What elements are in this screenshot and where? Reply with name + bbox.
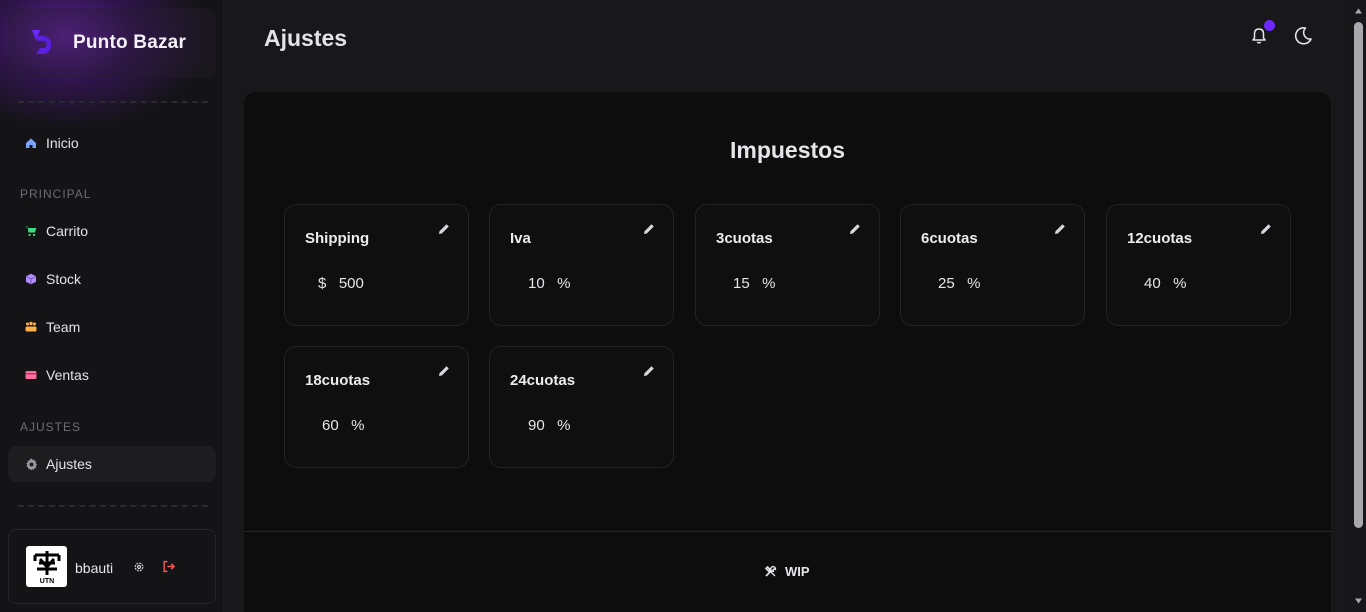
gear-icon [24, 457, 38, 471]
taxes-panel: Impuestos Shipping $ 500 Iva 10 % 3cuota… [244, 92, 1331, 612]
user-settings-icon[interactable] [131, 559, 147, 575]
sidebar: Punto Bazar Inicio PRINCIPAL Carrito Sto… [0, 0, 224, 612]
sidebar-item-ventas[interactable]: Ventas [8, 357, 216, 393]
edit-pencil-icon[interactable] [437, 364, 451, 378]
logout-icon[interactable] [160, 559, 176, 575]
sidebar-item-stock[interactable]: Stock [8, 261, 216, 297]
app-root: Punto Bazar Inicio PRINCIPAL Carrito Sto… [0, 0, 1366, 612]
tax-value: 10 % [528, 275, 571, 292]
edit-pencil-icon[interactable] [642, 364, 656, 378]
wip-text: WIP [785, 564, 810, 579]
sidebar-item-label: Stock [46, 271, 82, 287]
tax-name: 3cuotas [716, 230, 773, 247]
tax-name: 18cuotas [305, 372, 371, 389]
section-label-ajustes: AJUSTES [20, 420, 82, 434]
cube-icon [24, 272, 38, 286]
tax-value: 40 % [1144, 275, 1187, 292]
sidebar-item-label: Ajustes [46, 456, 92, 472]
sidebar-item-inicio[interactable]: Inicio [8, 125, 216, 161]
edit-pencil-icon[interactable] [642, 222, 656, 236]
tax-card: 6cuotas 25 % [900, 204, 1085, 326]
section-title: Impuestos [729, 137, 846, 163]
tax-value: 15 % [733, 275, 776, 292]
user-name: bbauti [75, 559, 114, 576]
user-card: UTN bbauti [8, 529, 216, 604]
sidebar-item-carrito[interactable]: Carrito [8, 213, 216, 249]
tax-name: Iva [510, 230, 531, 247]
edit-pencil-icon[interactable] [1259, 222, 1273, 236]
tax-card: 12cuotas 40 % [1106, 204, 1291, 326]
scroll-thumb[interactable] [1354, 22, 1363, 528]
scroll-up-arrow-icon[interactable] [1354, 7, 1363, 15]
brand[interactable]: Punto Bazar [8, 8, 216, 78]
brand-logo-icon [32, 30, 52, 54]
scrollbar[interactable] [1351, 0, 1366, 612]
tax-card: 18cuotas 60 % [284, 346, 469, 468]
tax-card: 3cuotas 15 % [695, 204, 880, 326]
edit-pencil-icon[interactable] [437, 222, 451, 236]
sidebar-item-ajustes[interactable]: Ajustes [8, 446, 216, 482]
sidebar-item-label: Carrito [46, 223, 89, 239]
tax-value: $ 500 [318, 275, 364, 292]
page-title: Ajustes [264, 25, 348, 51]
brand-name: Punto Bazar [73, 32, 187, 53]
tax-name: Shipping [305, 230, 370, 247]
tax-card: 24cuotas 90 % [489, 346, 674, 468]
notification-dot [1264, 20, 1275, 31]
tax-value: 60 % [322, 417, 365, 434]
wip-label: WIP [764, 564, 810, 579]
avatar[interactable]: UTN [26, 546, 67, 587]
avatar-text: UTN [39, 578, 53, 585]
sidebar-item-label: Inicio [46, 135, 79, 151]
divider [18, 101, 208, 103]
tax-name: 12cuotas [1127, 230, 1193, 247]
sidebar-item-label: Ventas [46, 367, 89, 383]
tax-value: 25 % [938, 275, 981, 292]
panel-footer: WIP [244, 531, 1331, 612]
tax-card: Iva 10 % [489, 204, 674, 326]
sidebar-item-team[interactable]: Team [8, 309, 216, 345]
card-icon [24, 368, 38, 382]
section-label-principal: PRINCIPAL [20, 187, 92, 201]
tax-name: 6cuotas [921, 230, 978, 247]
edit-pencil-icon[interactable] [1053, 222, 1067, 236]
tax-name: 24cuotas [510, 372, 576, 389]
edit-pencil-icon[interactable] [848, 222, 862, 236]
scroll-down-arrow-icon[interactable] [1354, 597, 1363, 605]
home-icon [24, 136, 38, 150]
theme-toggle-moon-icon[interactable] [1292, 25, 1314, 47]
tax-card: Shipping $ 500 [284, 204, 469, 326]
team-icon [24, 320, 38, 334]
divider [18, 505, 208, 507]
tax-value: 90 % [528, 417, 571, 434]
sidebar-item-label: Team [46, 319, 81, 335]
cart-icon [24, 224, 38, 238]
tools-icon [764, 565, 777, 577]
